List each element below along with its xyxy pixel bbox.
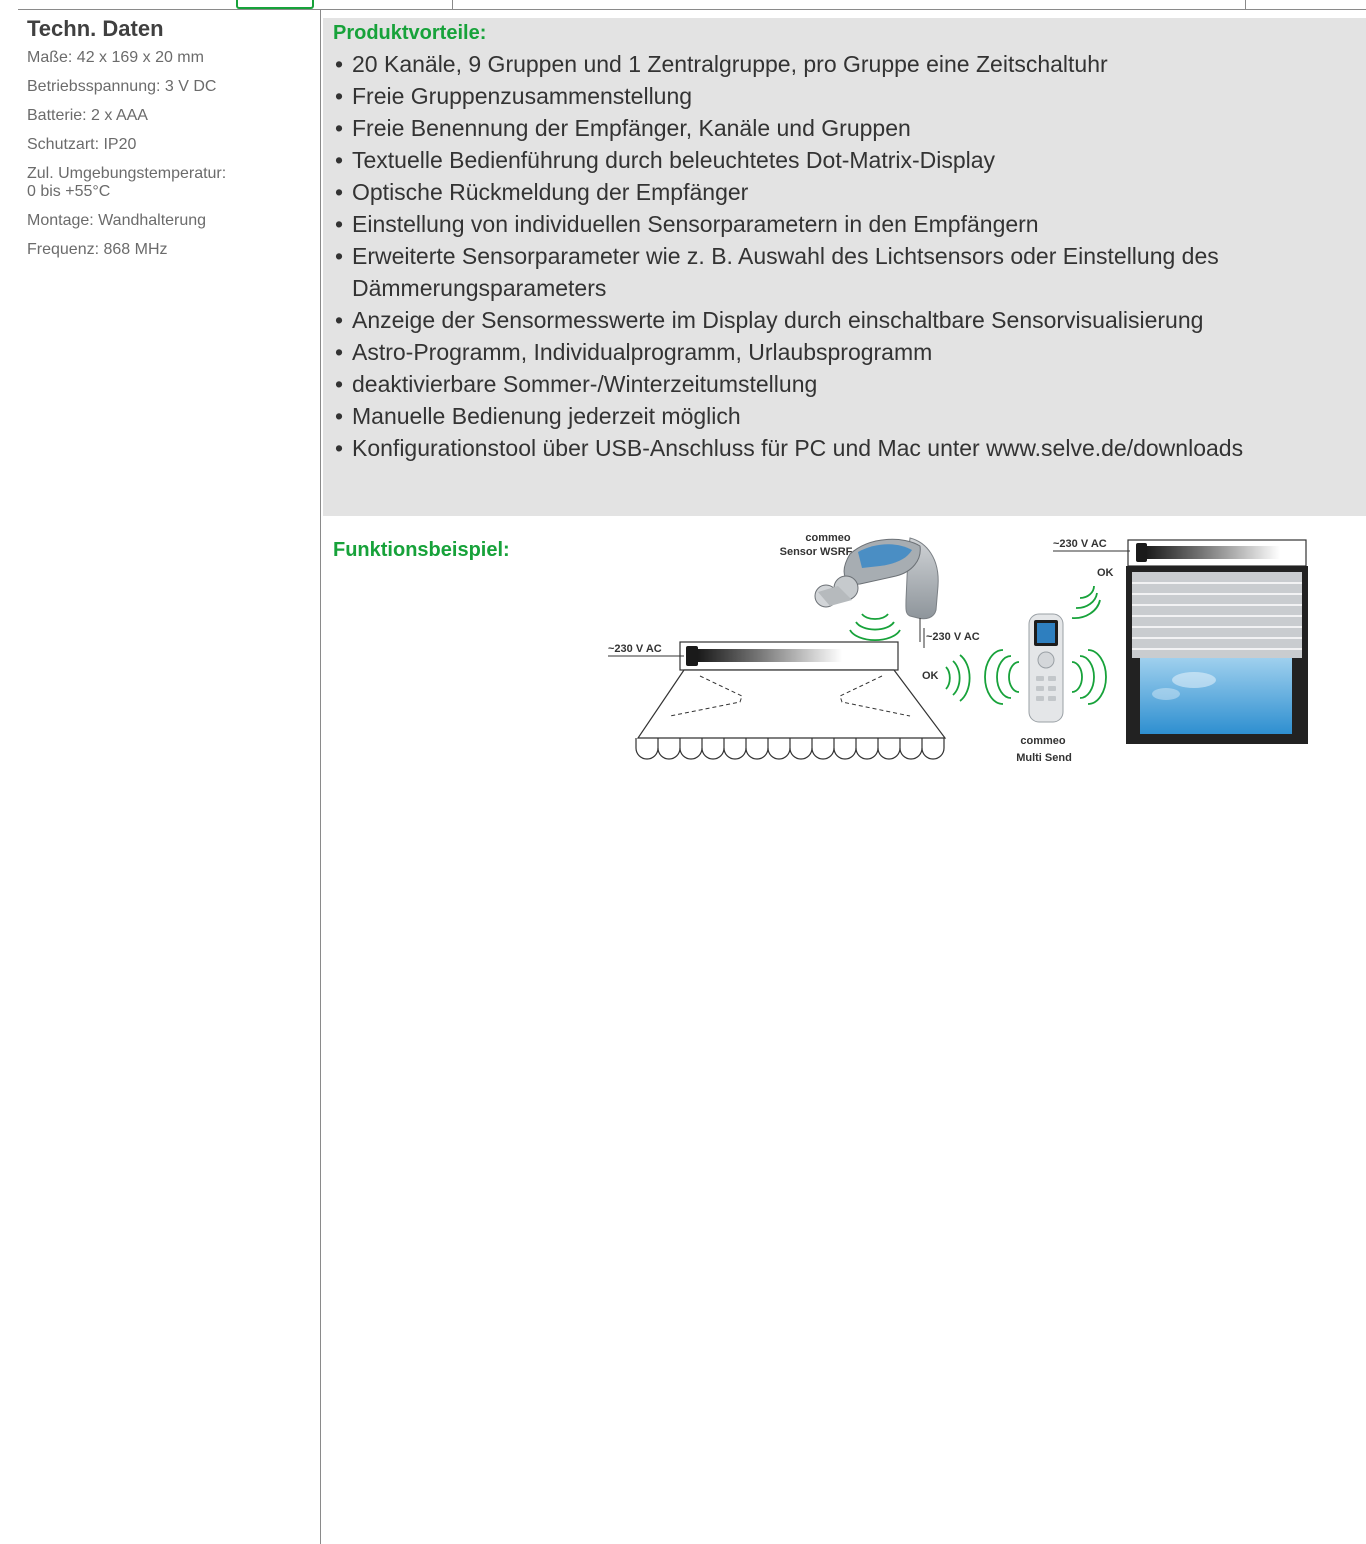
list-item: • 20 Kanäle, 9 Gruppen und 1 Zentralgrupp… (335, 48, 1365, 80)
list-item-text: Freie Gruppenzusammenstellung (352, 83, 693, 109)
shutter-ok-label: OK (1097, 567, 1114, 579)
function-diagram-svg: ~230 V AC OK commeo Sensor WSRF ~230 V A… (608, 532, 1308, 764)
list-item: • Textuelle Bedienführung durch beleuchte… (335, 144, 1365, 176)
awning-ok-label: OK (922, 670, 939, 682)
function-diagram: ~230 V AC OK commeo Sensor WSRF ~230 V A… (600, 530, 1320, 770)
bullet-icon: • (335, 339, 344, 365)
list-item-text: Einstellung von individuellen Sensorpara… (352, 211, 1039, 237)
list-item: • Astro-Programm, Individualprogramm, Url… (335, 336, 1365, 368)
shutter-voltage-label: ~230 V AC (1053, 538, 1107, 550)
list-item-text: Textuelle Bedienführung durch beleuchtet… (352, 147, 996, 173)
header-tab-marker (236, 0, 314, 9)
list-item-text: Manuelle Bedienung jederzeit möglich (352, 403, 741, 429)
produktvorteile-title: Produktvorteile: (333, 22, 487, 44)
list-item-text: Astro-Programm, Individualprogramm, Urla… (352, 339, 933, 365)
bullet-icon: • (335, 211, 344, 237)
awning-valance (635, 738, 945, 760)
sensor-voltage-label: ~230 V AC (926, 631, 980, 643)
list-item-text: Erweiterte Sensorparameter wie z. B. Aus… (352, 243, 1219, 301)
column-divider (320, 9, 321, 1544)
techn-daten-section: Techn. Daten Maße: 42 x 169 x 20 mm Betr… (27, 16, 312, 270)
bullet-icon: • (335, 371, 344, 397)
spec-voltage: Betriebsspannung: 3 V DC (27, 78, 217, 95)
spec-protection: Schutzart: IP20 (27, 136, 137, 153)
bullet-icon: • (335, 51, 344, 77)
spec-frequency: Frequenz: 868 MHz (27, 241, 168, 258)
spec-mounting: Montage: Wandhalterung (27, 212, 207, 229)
list-item-text: Optische Rückmeldung der Empfänger (352, 179, 749, 205)
list-item: • Anzeige der Sensormesswerte im Display … (335, 304, 1365, 336)
list-item: • Einstellung von individuellen Sensorpar… (335, 208, 1365, 240)
remote-name-line2: Multi Send (1016, 752, 1072, 764)
awning-motor-head (686, 646, 698, 666)
list-item-text: 20 Kanäle, 9 Gruppen und 1 Zentralgruppe… (352, 51, 1108, 77)
awning-illustration (635, 641, 947, 760)
awning-motor-tube (692, 649, 842, 662)
awning-signal-icon (945, 654, 971, 702)
list-item-text: Anzeige der Sensormesswerte im Display d… (352, 307, 1204, 333)
bullet-icon: • (335, 179, 344, 205)
list-item-text: Konfigurationstool über USB-Anschluss fü… (352, 435, 1244, 461)
multi-send-remote (1028, 613, 1064, 723)
spec-dimensions: Maße: 42 x 169 x 20 mm (27, 49, 204, 66)
awning-voltage-label: ~230 V AC (608, 643, 662, 655)
produktvorteile-list: • 20 Kanäle, 9 Gruppen und 1 Zentralgrupp… (335, 48, 1365, 464)
funktionsbeispiel-title: Funktionsbeispiel: (333, 539, 510, 561)
bullet-icon: • (335, 243, 344, 269)
remote-name-line1: commeo (1020, 735, 1066, 747)
list-item-text: Freie Benennung der Empfänger, Kanäle un… (352, 115, 911, 141)
sensor-name-line2: Sensor WSRF (780, 546, 853, 558)
bullet-icon: • (335, 115, 344, 141)
sensor-signal-icon (849, 613, 901, 642)
header-tick (452, 0, 453, 10)
list-item: • Konfigurationstool über USB-Anschluss f… (335, 432, 1365, 464)
awning-fabric (636, 669, 947, 739)
spec-battery: Batterie: 2 x AAA (27, 107, 148, 124)
produktvorteile-panel: Produktvorteile: • 20 Kanäle, 9 Gruppen u… (323, 18, 1366, 516)
list-item: • Freie Benennung der Empfänger, Kanäle u… (335, 112, 1365, 144)
sensor-name-line1: commeo (805, 532, 851, 544)
techn-daten-title: Techn. Daten (27, 16, 164, 41)
list-item: • Optische Rückmeldung der Empfänger (335, 176, 1365, 208)
bullet-icon: • (335, 83, 344, 109)
list-item: • Freie Gruppenzusammenstellung (335, 80, 1365, 112)
bullet-icon: • (335, 403, 344, 429)
bullet-icon: • (335, 147, 344, 173)
shutter-signal-icon (1071, 585, 1101, 619)
spec-temperature: Zul. Umgebungstemperatur: 0 bis +55°C (27, 165, 227, 200)
list-item: • deaktivierbare Sommer-/Winterzeitumstel… (335, 368, 1365, 400)
header-tick (1245, 0, 1246, 10)
list-item-text: deaktivierbare Sommer-/Winterzeitumstell… (352, 371, 818, 397)
bullet-icon: • (335, 435, 344, 461)
list-item: • Erweiterte Sensorparameter wie z. B. Au… (335, 240, 1365, 304)
top-rule (18, 9, 1366, 10)
list-item: • Manuelle Bedienung jederzeit möglich (335, 400, 1365, 432)
roller-shutter-window (1126, 539, 1308, 744)
bullet-icon: • (335, 307, 344, 333)
